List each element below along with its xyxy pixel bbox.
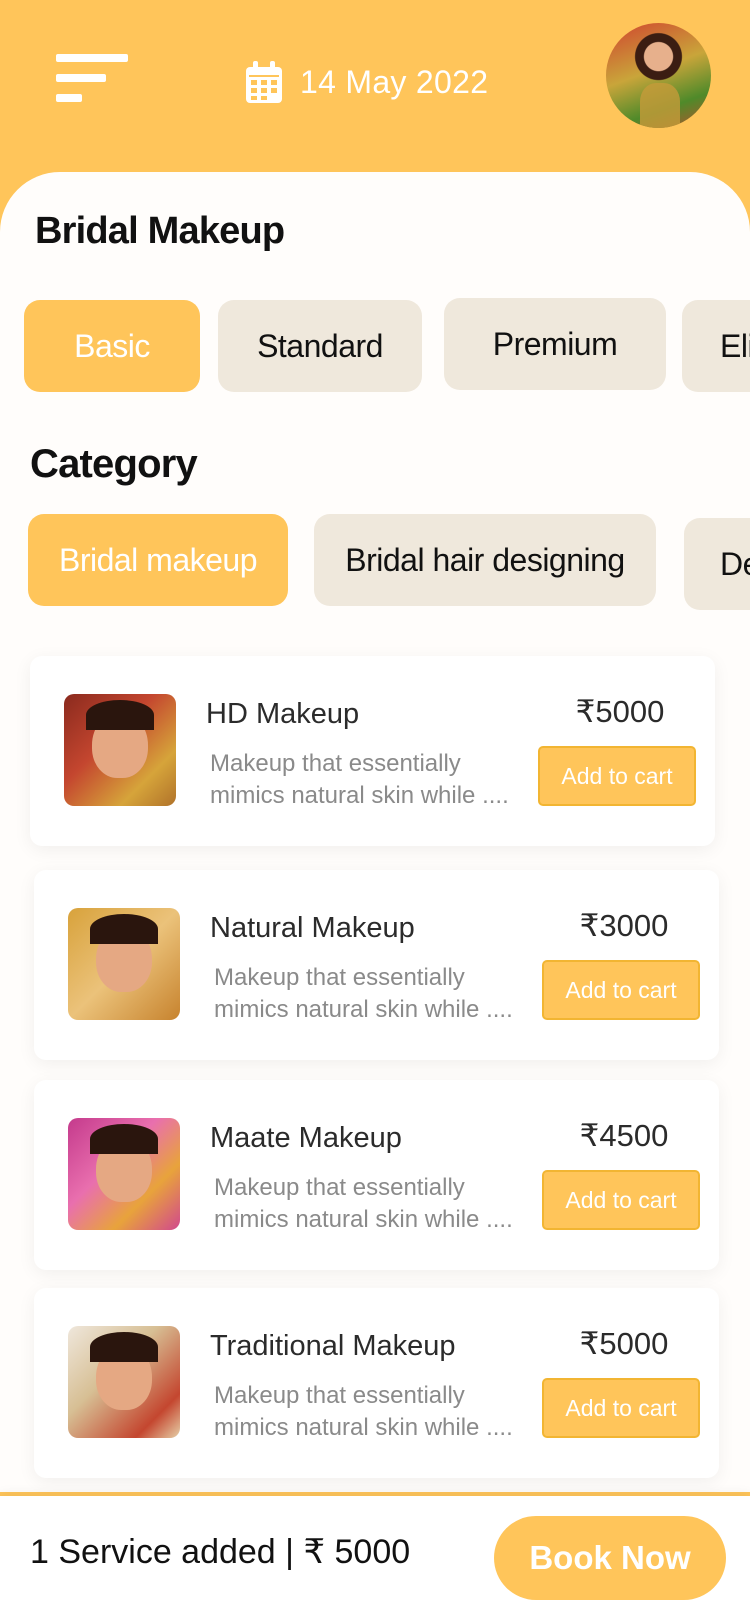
service-title: Maate Makeup <box>210 1122 402 1154</box>
service-title: HD Makeup <box>206 698 360 730</box>
cart-summary: 1 Service added | ₹ 5000 <box>30 1533 411 1571</box>
service-image <box>68 1118 180 1230</box>
service-image <box>64 694 176 806</box>
service-price: ₹4500 <box>579 1118 669 1153</box>
service-description: Makeup that essentially mimics natural sk… <box>214 1382 513 1441</box>
service-card[interactable]: Traditional Makeup Makeup that essential… <box>34 1288 719 1478</box>
service-description: Makeup that essentially mimics natural sk… <box>214 964 513 1023</box>
category-chip-more[interactable]: De <box>684 518 750 610</box>
service-image <box>68 908 180 1020</box>
add-to-cart-button[interactable]: Add to cart <box>542 1170 700 1230</box>
service-price: ₹5000 <box>575 694 665 729</box>
avatar[interactable] <box>606 23 711 128</box>
app-header: 14 May 2022 <box>0 0 750 175</box>
service-description: Makeup that essentially mimics natural sk… <box>214 1174 513 1233</box>
category-title: Category <box>30 442 198 486</box>
calendar-icon <box>246 61 282 103</box>
service-card[interactable]: Natural Makeup Makeup that essentially mi… <box>34 870 719 1060</box>
date-text: 14 May 2022 <box>300 63 489 100</box>
category-chip-bridal-makeup[interactable]: Bridal makeup <box>28 514 288 606</box>
service-description: Makeup that essentially mimics natural sk… <box>210 750 509 809</box>
package-tab-premium[interactable]: Premium <box>444 298 666 390</box>
service-card[interactable]: Maate Makeup Makeup that essentially mimi… <box>34 1080 719 1270</box>
page-title: Bridal Makeup <box>35 210 285 252</box>
menu-icon[interactable] <box>56 54 131 104</box>
package-tab-standard[interactable]: Standard <box>218 300 422 392</box>
service-image <box>68 1326 180 1438</box>
package-tab-elite[interactable]: Eli <box>682 300 750 392</box>
book-now-button[interactable]: Book Now <box>494 1516 726 1600</box>
service-price: ₹5000 <box>579 1326 669 1361</box>
booking-footer: 1 Service added | ₹ 5000 Book Now <box>0 1496 750 1624</box>
service-price: ₹3000 <box>579 908 669 943</box>
date-display[interactable]: 14 May 2022 <box>246 58 488 106</box>
add-to-cart-button[interactable]: Add to cart <box>542 960 700 1020</box>
add-to-cart-button[interactable]: Add to cart <box>538 746 696 806</box>
package-tab-basic[interactable]: Basic <box>24 300 200 392</box>
category-chip-bridal-hair-designing[interactable]: Bridal hair designing <box>314 514 656 606</box>
service-title: Natural Makeup <box>210 912 415 944</box>
add-to-cart-button[interactable]: Add to cart <box>542 1378 700 1438</box>
service-card[interactable]: HD Makeup Makeup that essentially mimics … <box>30 656 715 846</box>
service-title: Traditional Makeup <box>210 1330 456 1362</box>
